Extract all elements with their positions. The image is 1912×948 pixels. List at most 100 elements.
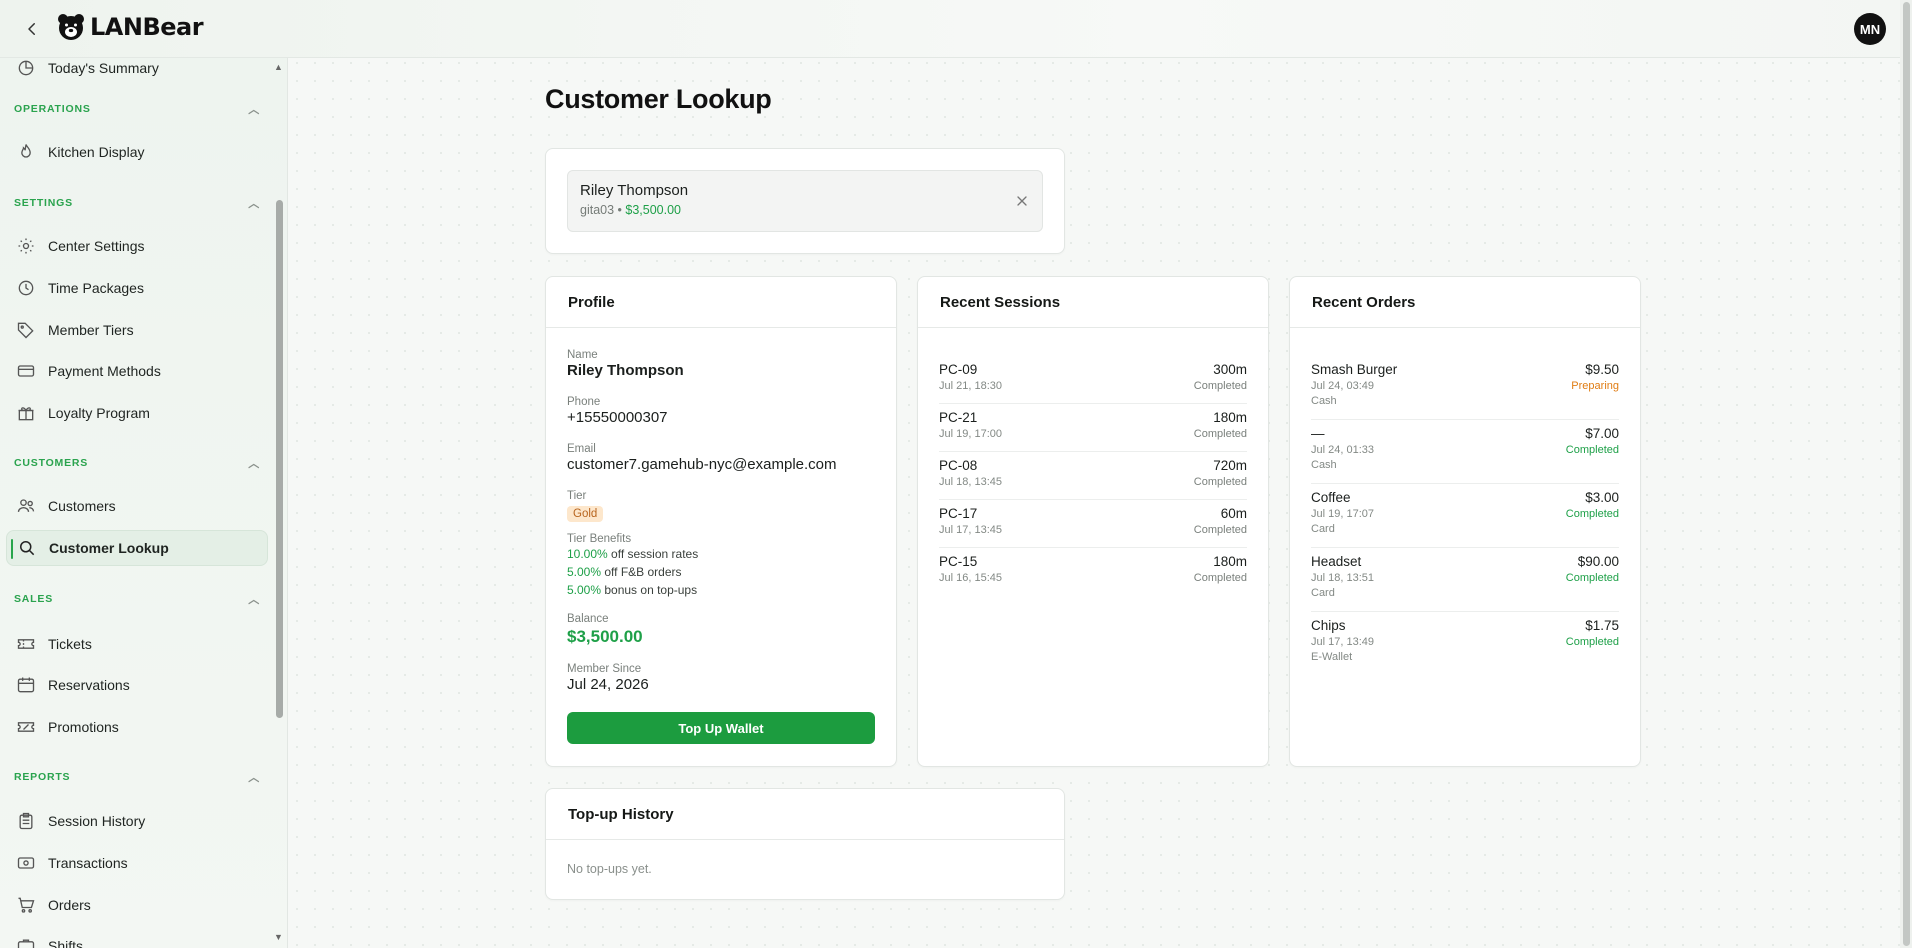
- sidebar-item-customers[interactable]: Customers: [6, 488, 268, 524]
- topup-empty-text: No top-ups yet.: [567, 862, 652, 876]
- top-up-wallet-button[interactable]: Top Up Wallet: [567, 712, 875, 744]
- order-row[interactable]: Smash Burger Jul 24, 03:49 Cash $9.50 Prepa…: [1311, 356, 1619, 420]
- sidebar-item-tickets[interactable]: Tickets: [6, 626, 268, 662]
- customer-search-card: Riley Thompson gita03 • $3,500.00: [545, 148, 1065, 254]
- benefit-pct: 10.00%: [567, 547, 608, 561]
- sidebar-item-label: Session History: [48, 813, 146, 829]
- session-row[interactable]: PC-15 Jul 16, 15:45 180m Completed: [939, 548, 1247, 596]
- sidebar-item-member-tiers[interactable]: Member Tiers: [6, 312, 268, 348]
- session-duration: 180m: [1213, 554, 1247, 569]
- sidebar-item-session-history[interactable]: Session History: [6, 803, 268, 839]
- order-amount: $9.50: [1585, 362, 1619, 377]
- back-button[interactable]: [20, 17, 44, 41]
- topup-history-card: Top-up History No top-ups yet.: [545, 788, 1065, 900]
- sidebar-item-label: Orders: [48, 897, 91, 913]
- order-row[interactable]: — Jul 24, 01:33 Cash $7.00 Completed: [1311, 420, 1619, 484]
- session-date: Jul 18, 13:45: [939, 476, 1002, 488]
- order-amount: $1.75: [1585, 618, 1619, 633]
- order-date: Jul 24, 03:49: [1311, 380, 1374, 392]
- selected-customer-name: Riley Thompson: [580, 182, 689, 199]
- order-date: Jul 18, 13:51: [1311, 572, 1374, 584]
- session-row[interactable]: PC-08 Jul 18, 13:45 720m Completed: [939, 452, 1247, 500]
- tag-icon: [17, 322, 34, 339]
- sidebar-item-payment-methods[interactable]: Payment Methods: [6, 353, 268, 389]
- order-row[interactable]: Coffee Jul 19, 17:07 Card $3.00 Completed: [1311, 484, 1619, 548]
- sidebar-item-promotions[interactable]: Promotions: [6, 709, 268, 745]
- sidebar-item-time-packages[interactable]: Time Packages: [6, 270, 268, 306]
- field-value: Riley Thompson: [567, 362, 684, 379]
- logo[interactable]: LANBear: [56, 12, 204, 42]
- field-label: Phone: [567, 396, 601, 408]
- sidebar-item-shifts[interactable]: Shifts: [6, 928, 268, 948]
- session-duration: 720m: [1213, 458, 1247, 473]
- session-duration: 180m: [1213, 410, 1247, 425]
- sidebar-item-label: Time Packages: [48, 280, 144, 296]
- flame-icon: [21, 144, 31, 158]
- section-reports[interactable]: REPORTS ︿: [14, 768, 260, 786]
- section-settings[interactable]: SETTINGS ︿: [14, 194, 260, 212]
- order-method: E-Wallet: [1311, 651, 1353, 663]
- sidebar-item-label: Today's Summary: [48, 60, 159, 76]
- page-title: Customer Lookup: [545, 84, 772, 114]
- chevron-up-icon: ︿: [248, 104, 260, 116]
- sidebar-item-label: Customers: [48, 498, 116, 514]
- gear-icon: [18, 238, 34, 254]
- sidebar-item-label: Customer Lookup: [49, 540, 169, 556]
- sidebar-item-transactions[interactable]: Transactions: [6, 845, 268, 881]
- recent-orders-card: Recent Orders Smash Burger Jul 24, 03:49 C…: [1289, 276, 1641, 767]
- sidebar-item-kitchen-display[interactable]: Kitchen Display: [6, 134, 268, 170]
- session-pc: PC-08: [939, 458, 978, 473]
- sidebar-item-label: Transactions: [48, 855, 128, 871]
- sidebar-item-center-settings[interactable]: Center Settings: [6, 228, 268, 264]
- session-date: Jul 17, 13:45: [939, 524, 1002, 536]
- section-sales[interactable]: SALES ︿: [14, 590, 260, 608]
- sidebar-scrollbar[interactable]: ▲ ▼: [272, 58, 286, 948]
- scroll-up-icon[interactable]: ▲: [274, 62, 283, 72]
- order-status: Completed: [1565, 508, 1619, 520]
- benefit-pct: 5.00%: [567, 565, 602, 579]
- sidebar-item-label: Shifts: [48, 938, 84, 948]
- section-customers[interactable]: CUSTOMERS ︿: [14, 454, 260, 472]
- sidebar-item-orders[interactable]: Orders: [6, 887, 268, 923]
- session-status: Completed: [1193, 380, 1247, 392]
- order-row[interactable]: Headset Jul 18, 13:51 Card $90.00 Completed: [1311, 548, 1619, 612]
- session-row[interactable]: PC-17 Jul 17, 13:45 60m Completed: [939, 500, 1247, 548]
- order-status: Preparing: [1571, 380, 1619, 392]
- topup-history-header: Top-up History: [546, 789, 1064, 840]
- sidebar-scroll-thumb[interactable]: [276, 200, 283, 718]
- benefit-text: off session rates: [607, 547, 699, 561]
- section-label: SETTINGS: [14, 197, 73, 209]
- benefit-text: off F&B orders: [601, 565, 682, 579]
- scroll-down-icon[interactable]: ▼: [274, 932, 283, 942]
- sidebar-item-reservations[interactable]: Reservations: [6, 667, 268, 703]
- selected-customer[interactable]: Riley Thompson gita03 • $3,500.00: [567, 170, 1043, 232]
- profile-balance-field: Balance $3,500.00: [567, 613, 643, 647]
- session-duration: 300m: [1213, 362, 1247, 377]
- section-operations[interactable]: OPERATIONS ︿: [14, 100, 260, 118]
- sidebar-item-todays-summary[interactable]: Today's Summary: [6, 58, 268, 86]
- sidebar-item-loyalty-program[interactable]: Loyalty Program: [6, 395, 268, 431]
- order-amount: $3.00: [1585, 490, 1619, 505]
- chevron-up-icon: ︿: [248, 198, 260, 210]
- section-label: REPORTS: [14, 771, 71, 783]
- calendar-icon: [17, 677, 35, 693]
- order-row[interactable]: Chips Jul 17, 13:49 E-Wallet $1.75 Complete…: [1311, 612, 1619, 676]
- field-value: customer7.gamehub-nyc@example.com: [567, 456, 837, 473]
- sidebar-item-customer-lookup[interactable]: Customer Lookup: [6, 530, 268, 566]
- order-method: Card: [1311, 587, 1335, 599]
- user-avatar[interactable]: MN: [1854, 13, 1886, 45]
- order-item: Chips: [1311, 618, 1346, 633]
- section-label: CUSTOMERS: [14, 457, 89, 469]
- sidebar-item-label: Tickets: [48, 636, 92, 652]
- page-scrollbar[interactable]: [1900, 0, 1912, 948]
- chevron-up-icon: ︿: [248, 594, 260, 606]
- session-row[interactable]: PC-09 Jul 21, 18:30 300m Completed: [939, 356, 1247, 404]
- profile-benefits-field: Tier Benefits 10.00% off session rates 5…: [567, 533, 698, 599]
- sessions-header: Recent Sessions: [918, 277, 1268, 328]
- close-icon[interactable]: [1014, 193, 1030, 209]
- profile-name-field: Name Riley Thompson: [567, 349, 684, 379]
- balance-value: $3,500.00: [567, 627, 643, 646]
- session-row[interactable]: PC-21 Jul 19, 17:00 180m Completed: [939, 404, 1247, 452]
- order-status: Completed: [1565, 444, 1619, 456]
- session-status: Completed: [1193, 524, 1247, 536]
